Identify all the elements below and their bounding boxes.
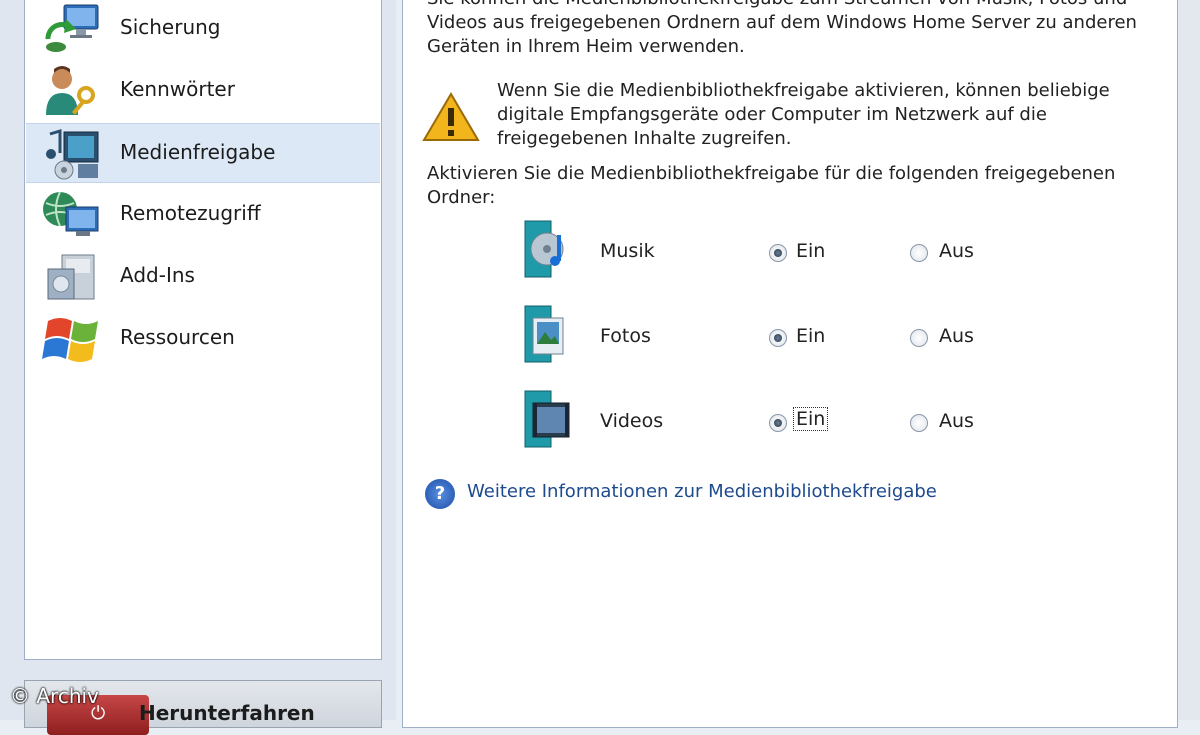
backup-computer-icon	[45, 4, 99, 52]
radio-musik-aus[interactable]	[910, 244, 928, 262]
nav-list: Sicherung Kennwörter Medienfreigabe Remo…	[24, 0, 382, 660]
nav-item-medienfreigabe[interactable]: Medienfreigabe	[26, 123, 380, 183]
photos-folder-icon	[524, 305, 564, 363]
shutdown-label: Herunterfahren	[139, 701, 315, 725]
intro-text: Sie können die Medienbibliothekfreigabe …	[427, 0, 1137, 57]
warning-text: Wenn Sie die Medienbibliothekfreigabe ak…	[497, 80, 1110, 149]
more-info-link[interactable]: Weitere Informationen zur Medienbiblioth…	[467, 481, 937, 502]
nav-label: Sicherung	[120, 15, 221, 39]
radio-label[interactable]: Ein	[796, 325, 825, 347]
nav-item-ressourcen[interactable]: Ressourcen	[26, 309, 380, 369]
nav-label: Ressourcen	[120, 325, 235, 349]
folder-label: Videos	[600, 410, 664, 432]
warning-icon	[422, 92, 480, 141]
radio-fotos-aus[interactable]	[910, 329, 928, 347]
radio-fotos-ein[interactable]	[769, 329, 787, 347]
radio-label[interactable]: Aus	[939, 240, 974, 262]
window-edge	[1178, 0, 1200, 720]
folder-label: Fotos	[600, 325, 651, 347]
radio-videos-aus[interactable]	[910, 414, 928, 432]
globe-computer-icon	[43, 191, 99, 236]
addins-box-icon	[47, 254, 95, 300]
nav-item-addins[interactable]: Add-Ins	[26, 247, 380, 307]
nav-item-kennwoerter[interactable]: Kennwörter	[26, 61, 380, 121]
left-panel: Sicherung Kennwörter Medienfreigabe Remo…	[0, 0, 396, 735]
nav-label: Add-Ins	[120, 263, 195, 287]
nav-label: Kennwörter	[120, 77, 235, 101]
nav-label: Medienfreigabe	[120, 140, 276, 164]
folder-label: Musik	[600, 240, 655, 262]
radio-label[interactable]: Ein	[796, 240, 825, 262]
windows-logo-icon	[42, 318, 98, 362]
activate-text: Aktivieren Sie die Medienbibliothekfreig…	[427, 163, 1116, 208]
watermark: © Archiv	[10, 684, 99, 708]
radio-label[interactable]: Aus	[939, 410, 974, 432]
radio-videos-ein[interactable]	[769, 414, 787, 432]
nav-item-remotezugriff[interactable]: Remotezugriff	[26, 185, 380, 245]
music-folder-icon	[524, 220, 564, 278]
radio-label[interactable]: Aus	[939, 325, 974, 347]
nav-label: Remotezugriff	[120, 201, 261, 225]
radio-label-focused[interactable]: Ein	[792, 407, 829, 431]
videos-folder-icon	[524, 390, 570, 448]
help-icon[interactable]: ?	[425, 479, 455, 509]
nav-item-sicherung[interactable]: Sicherung	[26, 0, 380, 59]
radio-musik-ein[interactable]	[769, 244, 787, 262]
media-sharing-panel: Sie können die Medienbibliothekfreigabe …	[402, 0, 1178, 728]
media-sharing-icon	[46, 128, 99, 180]
user-key-icon	[46, 66, 95, 115]
